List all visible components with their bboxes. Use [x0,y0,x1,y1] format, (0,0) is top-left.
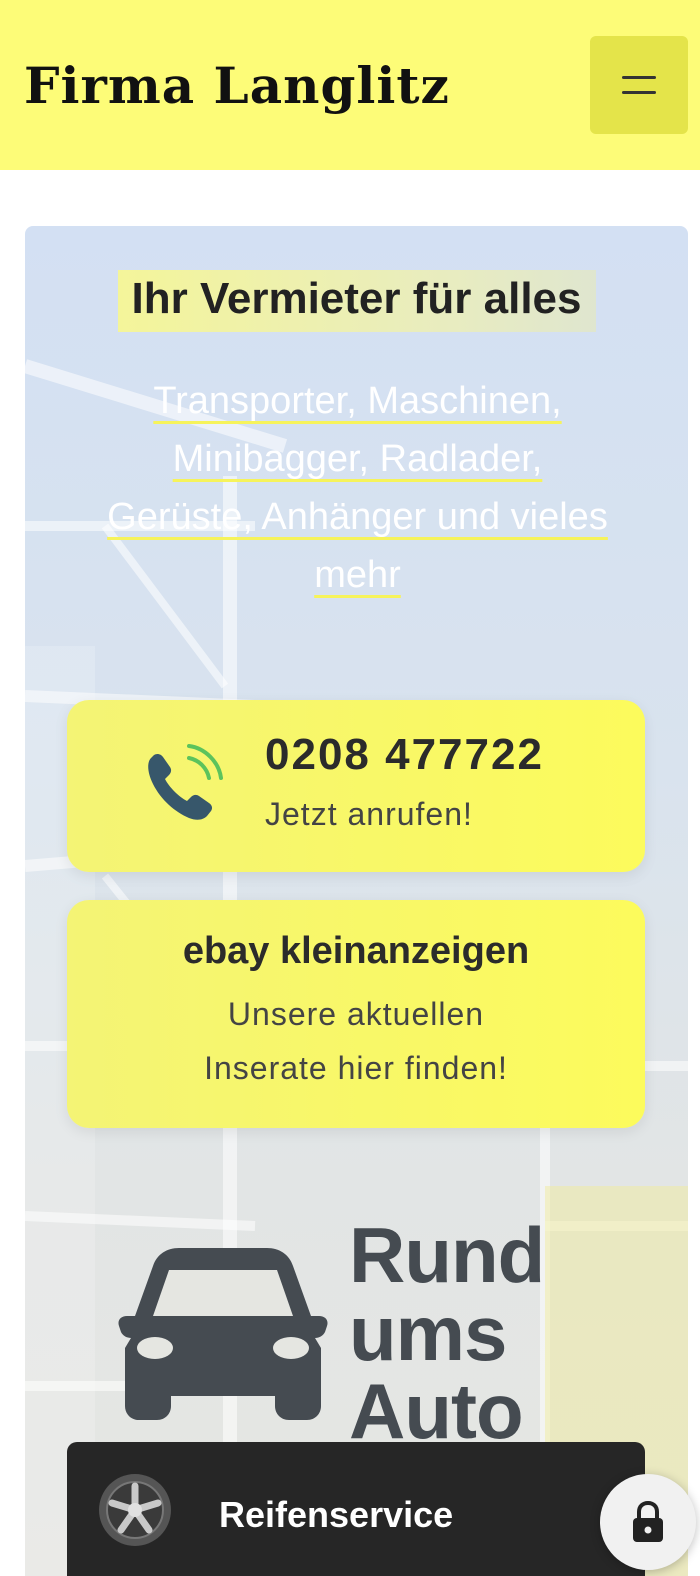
subtitle-line: Transporter, Maschinen, [153,380,562,422]
auto-title-line: Rund [349,1211,545,1299]
call-now-button[interactable]: 0208 477722 Jetzt anrufen! [67,700,645,872]
hamburger-icon-bar [622,91,656,94]
subtitle-line: mehr [314,554,401,596]
subtitle-line: Gerüste, Anhänger und vieles [107,496,608,538]
rund-ums-auto-title: Rund ums Auto [349,1211,545,1455]
privacy-lock-button[interactable] [600,1474,696,1570]
ebay-title: ebay kleinanzeigen [182,930,530,972]
menu-button[interactable] [590,36,688,134]
ebay-kleinanzeigen-button[interactable]: ebay kleinanzeigen Unsere aktuellen Inse… [67,900,645,1128]
auto-title-line: ums [349,1289,507,1377]
ebay-text-line: Inserate hier finden! [204,1050,508,1086]
subtitle-line: Minibagger, Radlader, [172,438,543,480]
phone-icon [148,744,223,820]
hamburger-icon [622,76,656,79]
phone-number: 0208 477722 [265,730,544,779]
headline-wrap: Ihr Vermieter für alles [25,270,688,332]
phone-cta-label: Jetzt anrufen! [265,796,473,832]
reifenservice-button[interactable]: Reifenservice [67,1442,645,1576]
auto-title-line: Auto [349,1367,524,1455]
car-icon [118,1248,328,1420]
hero-section: Ihr Vermieter für alles Transporter, Mas… [25,226,688,1576]
brand-logo-text[interactable]: Firma Langlitz [24,56,450,115]
ebay-text-line: Unsere aktuellen [227,996,485,1032]
site-header: Firma Langlitz [0,0,700,170]
wheel-icon [99,1474,171,1546]
lock-icon [633,1500,663,1542]
rund-ums-auto-block[interactable]: Rund ums Auto [113,1216,633,1450]
hero-subtitle: Transporter, Maschinen, Minibagger, Radl… [55,372,660,604]
hero-headline: Ihr Vermieter für alles [117,270,596,332]
reifenservice-label: Reifenservice [219,1494,454,1535]
